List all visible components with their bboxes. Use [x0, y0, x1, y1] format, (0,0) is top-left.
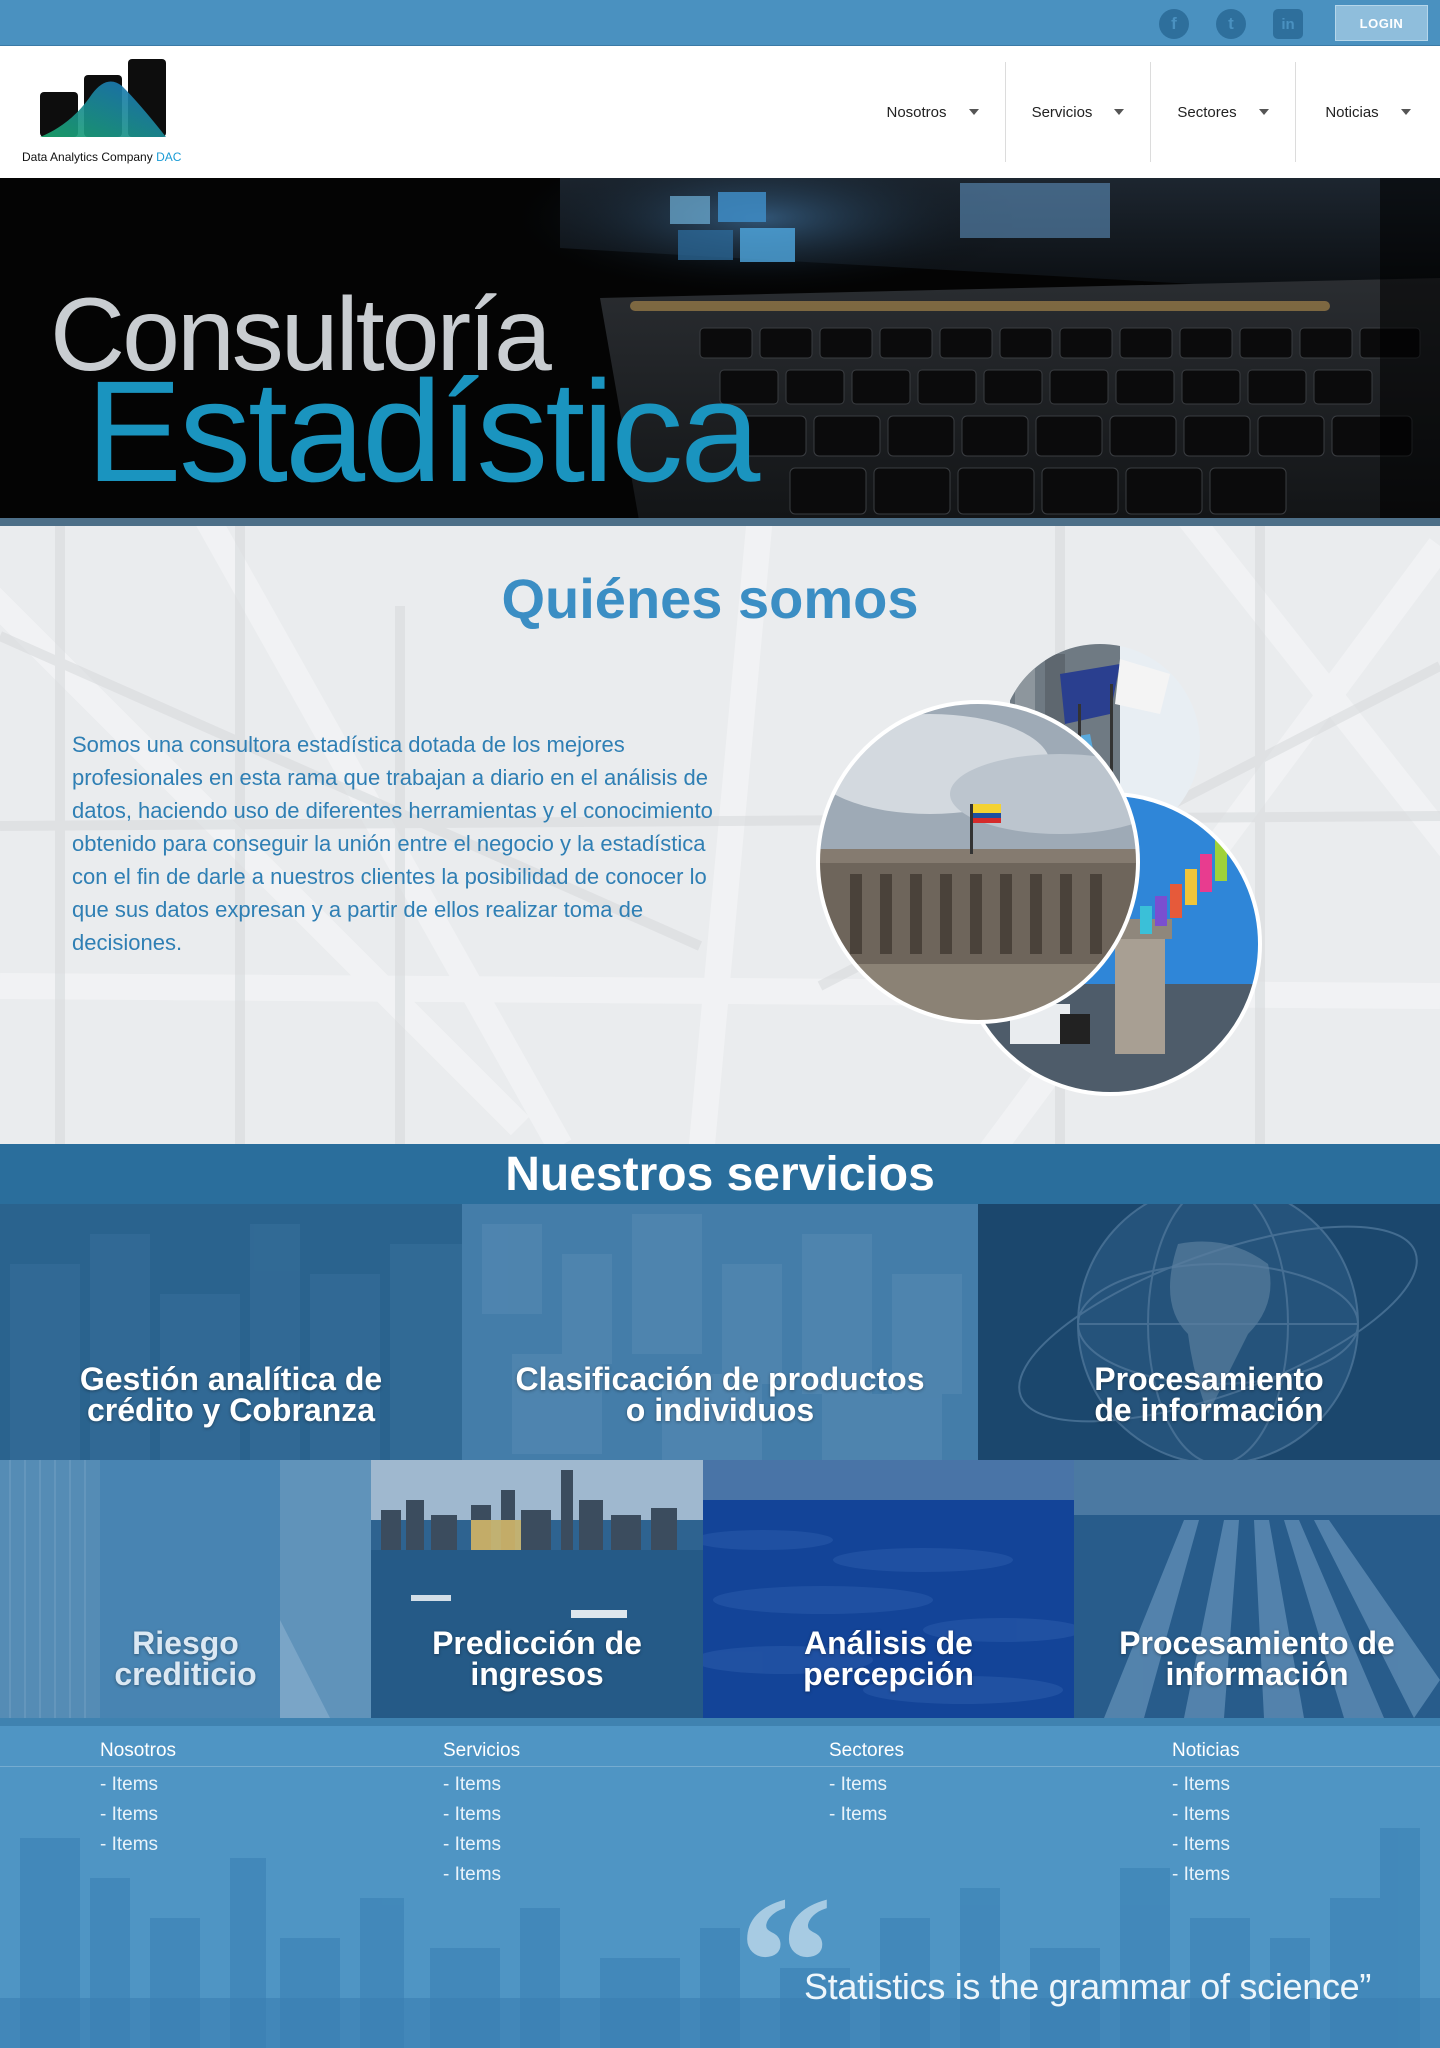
footer-column-title: Sectores: [829, 1740, 904, 1761]
footer-link[interactable]: - Items: [829, 1800, 1069, 1830]
twitter-icon[interactable]: t: [1216, 9, 1246, 39]
footer-column-title: Nosotros: [100, 1740, 177, 1761]
logo-text: Data Analytics Company DAC: [22, 150, 182, 164]
service-tile-procesamiento-2[interactable]: Procesamiento de información: [1074, 1460, 1440, 1718]
login-button[interactable]: LOGIN: [1335, 5, 1428, 41]
footer-link[interactable]: - Items: [100, 1770, 340, 1800]
nav-label: Servicios: [1031, 103, 1093, 121]
about-paragraph: Somos una consultora estadística dotada …: [72, 732, 713, 955]
caret-down-icon: [1114, 109, 1125, 115]
footer-link[interactable]: - Items: [443, 1830, 683, 1860]
footer-link[interactable]: - Items: [1172, 1860, 1412, 1890]
top-bar: f t in LOGIN: [0, 0, 1440, 46]
hero-divider: [0, 518, 1440, 526]
logo-bars-icon: [40, 59, 166, 137]
services-title: Nuestros servicios: [0, 1144, 1440, 1204]
footer-column-servicios: Servicios - Items - Items - Items - Item…: [443, 1740, 683, 1890]
footer-link[interactable]: - Items: [443, 1770, 683, 1800]
footer-column-title: Servicios: [443, 1740, 521, 1761]
footer-divider: [0, 1718, 1440, 1726]
site-footer: Nosotros - Items - Items - Items Servici…: [0, 1718, 1440, 2048]
about-section: Quiénes somos Somos una consultora estad…: [0, 526, 1440, 1144]
nav-label: Nosotros: [886, 103, 947, 121]
footer-column-nosotros: Nosotros - Items - Items - Items: [100, 1740, 340, 1860]
hero-banner: Consultoría Estadística: [0, 178, 1440, 526]
hero-title-line2: Estadística: [86, 351, 760, 512]
service-tile-procesamiento[interactable]: Procesamiento de información: [978, 1204, 1440, 1460]
service-tile-prediccion[interactable]: Predicción de ingresos: [371, 1460, 703, 1718]
site-header: Data Analytics Company DAC Nosotros Serv…: [0, 46, 1440, 178]
service-tile-clasificacion[interactable]: Clasificación de productos o individuos: [462, 1204, 978, 1460]
service-label: Procesamiento de información: [1119, 1625, 1395, 1692]
service-label: Análisis de percepción: [803, 1625, 974, 1692]
service-label: Riesgo crediticio: [114, 1625, 257, 1692]
nav-servicios[interactable]: Servicios: [1006, 62, 1150, 162]
footer-link[interactable]: - Items: [829, 1770, 1069, 1800]
service-label: Predicción de ingresos: [432, 1625, 642, 1692]
service-label: Clasificación de productos o individuos: [515, 1361, 925, 1428]
footer-link[interactable]: - Items: [100, 1830, 340, 1860]
caret-down-icon: [1258, 109, 1269, 115]
footer-link[interactable]: - Items: [1172, 1770, 1412, 1800]
caret-down-icon: [1400, 109, 1411, 115]
service-tile-credito[interactable]: Gestión analítica de crédito y Cobranza: [0, 1204, 462, 1460]
linkedin-icon[interactable]: in: [1273, 9, 1303, 39]
footer-column-title: Noticias: [1172, 1740, 1240, 1761]
logo[interactable]: Data Analytics Company DAC: [22, 54, 197, 174]
footer-link[interactable]: - Items: [1172, 1830, 1412, 1860]
facebook-icon[interactable]: f: [1159, 9, 1189, 39]
footer-link[interactable]: - Items: [443, 1800, 683, 1830]
footer-link[interactable]: - Items: [100, 1800, 340, 1830]
service-tile-riesgo[interactable]: Riesgo crediticio: [0, 1460, 371, 1718]
footer-quote: Statistics is the grammar of science”: [804, 1966, 1372, 2007]
service-label: Gestión analítica de crédito y Cobranza: [79, 1361, 383, 1428]
quote-mark-icon: “: [738, 1858, 833, 2048]
nav-label: Noticias: [1325, 103, 1379, 121]
caret-down-icon: [968, 109, 979, 115]
service-tile-percepcion[interactable]: Análisis de percepción: [703, 1460, 1074, 1718]
about-photo-circles: [816, 644, 1262, 1096]
service-label: Procesamiento de información: [1094, 1361, 1324, 1428]
nav-sectores[interactable]: Sectores: [1151, 62, 1295, 162]
nav-noticias[interactable]: Noticias: [1296, 62, 1440, 162]
nav-nosotros[interactable]: Nosotros: [860, 62, 1005, 162]
footer-column-sectores: Sectores - Items - Items: [829, 1740, 1069, 1830]
nav-label: Sectores: [1177, 103, 1237, 121]
footer-column-noticias: Noticias - Items - Items - Items - Items: [1172, 1740, 1412, 1890]
about-title: Quiénes somos: [501, 567, 919, 630]
footer-link[interactable]: - Items: [1172, 1800, 1412, 1830]
footer-link[interactable]: - Items: [443, 1860, 683, 1890]
